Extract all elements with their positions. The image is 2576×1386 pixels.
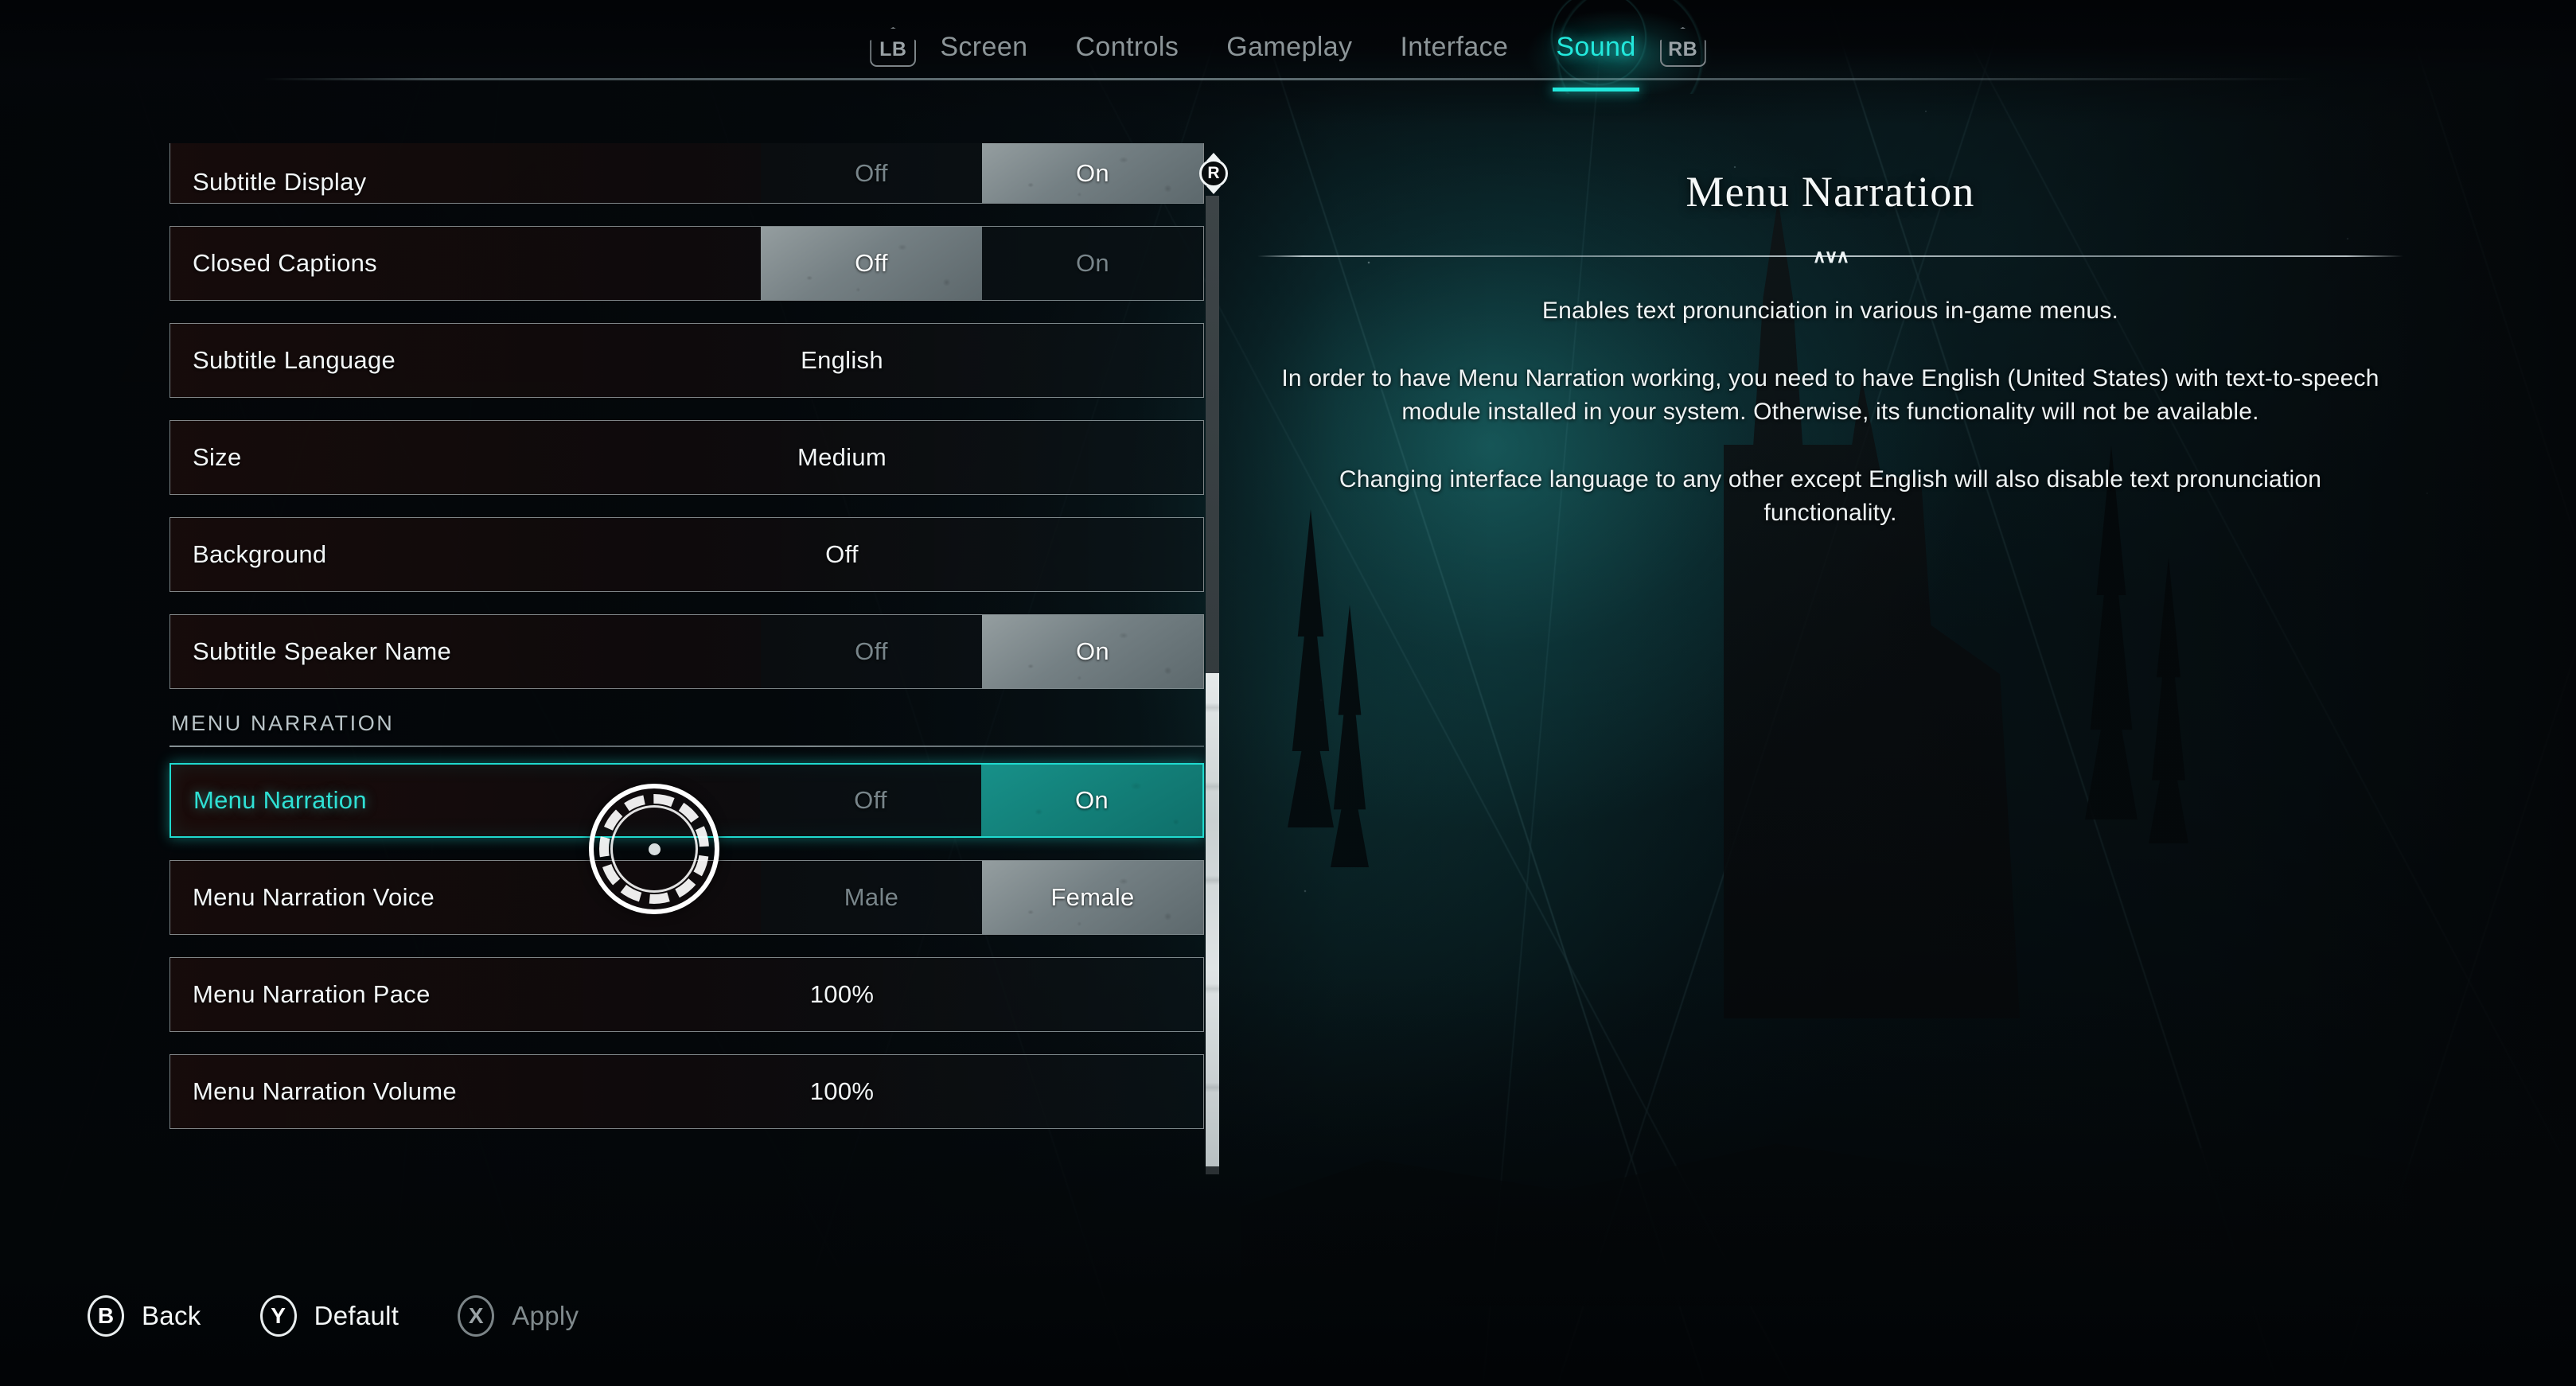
setting-row-menu-narration-volume[interactable]: Menu Narration Volume 100% (170, 1054, 1204, 1129)
toggle-group: Male Female (761, 861, 1203, 934)
scrollbar-thumb[interactable] (1206, 673, 1219, 1166)
action-label: Back (142, 1301, 201, 1330)
toggle-option-off[interactable]: Off (760, 765, 981, 836)
action-default[interactable]: Y Default (259, 1295, 399, 1337)
setting-label: Closed Captions (193, 249, 377, 277)
setting-row-menu-narration-voice[interactable]: Menu Narration Voice Male Female (170, 860, 1204, 935)
tab-interface[interactable]: Interface (1376, 32, 1532, 63)
toggle-group: Off On (760, 765, 1202, 836)
detail-panel: Menu Narration ∧∨∧ Enables text pronunci… (1257, 167, 2403, 531)
setting-row-subtitle-display[interactable]: Subtitle Display Off On (170, 143, 1204, 204)
detail-divider: ∧∨∧ (1257, 246, 2403, 267)
action-apply: X Apply (458, 1295, 579, 1337)
setting-row-background[interactable]: Background Off (170, 517, 1204, 592)
tab-controls[interactable]: Controls (1051, 32, 1202, 63)
action-back[interactable]: B Back (88, 1295, 201, 1337)
detail-paragraph: Changing interface language to any other… (1339, 465, 2322, 527)
setting-label: Menu Narration Voice (193, 883, 435, 911)
background-tree (1331, 605, 1369, 867)
action-label: Apply (512, 1301, 579, 1330)
toggle-option-on[interactable]: On (982, 143, 1203, 203)
background-tree (1288, 509, 1334, 827)
background-tree (2149, 557, 2188, 843)
scrollbar-track[interactable] (1206, 196, 1219, 1174)
toggle-option-on[interactable]: On (981, 765, 1202, 836)
setting-value: Off (825, 540, 859, 568)
toggle-group: Off On (761, 143, 1203, 203)
setting-value: 100% (809, 1077, 875, 1105)
divider-ornament-icon: ∧∨∧ (1812, 246, 1849, 267)
tab-gameplay[interactable]: Gameplay (1202, 32, 1376, 63)
background-ridge-silhouette (1241, 1138, 2576, 1306)
setting-row-menu-narration[interactable]: Menu Narration Off On (170, 763, 1204, 838)
b-button-icon: B (88, 1295, 124, 1337)
section-header-menu-narration: MENU NARRATION (171, 711, 395, 735)
tab-sound[interactable]: Sound (1532, 32, 1659, 91)
setting-row-closed-captions[interactable]: Closed Captions Off On (170, 226, 1204, 301)
right-shoulder-button-icon[interactable]: RB (1659, 27, 1706, 67)
settings-list: Subtitle Display Off On Closed Captions … (170, 143, 1204, 1170)
setting-label: Subtitle Display (193, 168, 367, 196)
setting-row-menu-narration-pace[interactable]: Menu Narration Pace 100% (170, 957, 1204, 1032)
action-label: Default (314, 1301, 399, 1330)
stick-label: R (1199, 159, 1228, 188)
setting-value: English (801, 346, 883, 374)
detail-paragraph: In order to have Menu Narration working,… (1281, 364, 2379, 426)
right-shoulder-label: RB (1668, 38, 1698, 60)
detail-title: Menu Narration (1686, 168, 1975, 216)
right-stick-scroll-icon: R (1196, 153, 1231, 194)
left-shoulder-label: LB (879, 38, 907, 60)
setting-label: Subtitle Speaker Name (193, 637, 452, 665)
x-button-icon: X (458, 1295, 495, 1337)
toggle-option-off[interactable]: Off (761, 143, 982, 203)
toggle-option-on[interactable]: On (982, 227, 1203, 300)
toggle-group: Off On (761, 615, 1203, 688)
detail-paragraph: Enables text pronunciation in various in… (1541, 298, 2119, 324)
tab-bar: LB Screen Controls Gameplay Interface So… (0, 0, 2576, 94)
scroll-down-arrow-icon (1206, 186, 1221, 194)
setting-value: Medium (797, 443, 887, 471)
setting-row-subtitle-language[interactable]: Subtitle Language English (170, 323, 1204, 398)
toggle-option-male[interactable]: Male (761, 861, 982, 934)
toggle-option-on[interactable]: On (982, 615, 1203, 688)
toggle-option-off[interactable]: Off (761, 227, 982, 300)
setting-row-subtitle-speaker-name[interactable]: Subtitle Speaker Name Off On (170, 614, 1204, 689)
settings-screen: LB Screen Controls Gameplay Interface So… (0, 0, 2576, 1386)
left-shoulder-button-icon[interactable]: LB (870, 27, 917, 67)
scrollbar[interactable]: R (1195, 153, 1231, 1182)
toggle-group: Off On (761, 227, 1203, 300)
setting-label: Menu Narration (193, 786, 367, 814)
toggle-option-female[interactable]: Female (982, 861, 1203, 934)
action-bar: B Back Y Default X Apply (88, 1295, 579, 1337)
y-button-icon: Y (259, 1295, 297, 1337)
section-divider (170, 746, 1204, 747)
setting-row-size[interactable]: Size Medium (170, 420, 1204, 495)
setting-value: 100% (809, 980, 875, 1008)
toggle-option-off[interactable]: Off (761, 615, 982, 688)
tab-screen[interactable]: Screen (916, 32, 1051, 63)
